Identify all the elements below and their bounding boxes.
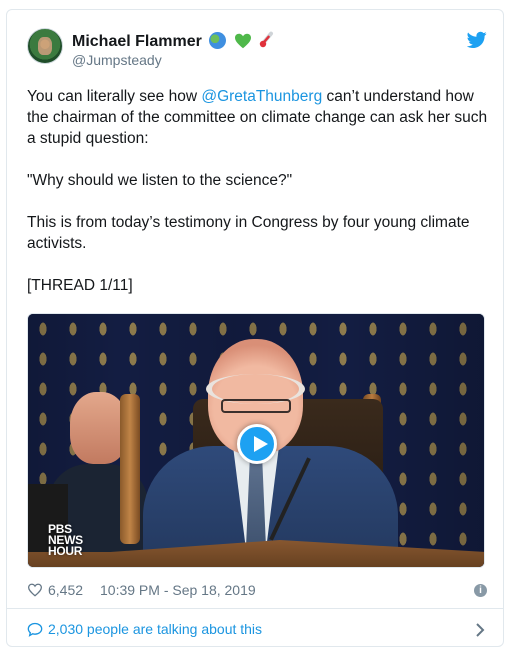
tweet-text: You can literally see how @GretaThunberg… [27,86,489,317]
tweet-meta: 6,452 10:39 PM - Sep 18, 2019 i [27,580,487,600]
logo-line: HOUR [48,544,83,558]
timestamp[interactable]: 10:39 PM - Sep 18, 2019 [100,582,256,598]
tweet-paragraph-3: This is from today’s testimony in Congre… [27,214,470,252]
chair-frame [120,394,140,544]
author-name[interactable]: Michael Flammer [72,33,202,50]
like-count[interactable]: 6,452 [48,582,83,598]
tweet-quote: "Why should we listen to the science?" [27,172,293,189]
pbs-newshour-logo: PBS NEWS HOUR [48,523,83,558]
author-name-row: Michael Flammer [72,31,275,51]
thread-label: [THREAD 1/11] [27,277,133,294]
info-icon[interactable]: i [474,584,487,597]
play-button[interactable] [237,424,277,464]
speech-bubble-icon [27,622,43,637]
heart-icon[interactable] [27,583,43,597]
conversation-link[interactable]: 2,030 people are talking about this [27,620,487,640]
chevron-right-icon[interactable] [475,623,485,637]
divider [7,608,503,609]
globe-icon [209,32,227,49]
green-heart-icon [234,33,251,49]
tweet-header: Michael Flammer @Jumpsteady [27,28,487,72]
mention-link[interactable]: @GretaThunberg [201,88,322,105]
avatar[interactable] [27,28,63,64]
tweet-card: Michael Flammer @Jumpsteady You can lite… [6,9,504,647]
thermometer-icon [259,31,274,48]
author-handle[interactable]: @Jumpsteady [72,52,162,68]
speaker-glasses [221,399,291,413]
conversation-label: 2,030 people are talking about this [48,621,263,637]
tweet-paragraph-1: You can literally see how @GretaThunberg… [27,86,489,149]
video-player[interactable]: PBS NEWS HOUR [27,313,485,568]
twitter-bird-icon[interactable] [467,31,487,49]
tweet-text-segment: You can literally see how [27,88,202,105]
